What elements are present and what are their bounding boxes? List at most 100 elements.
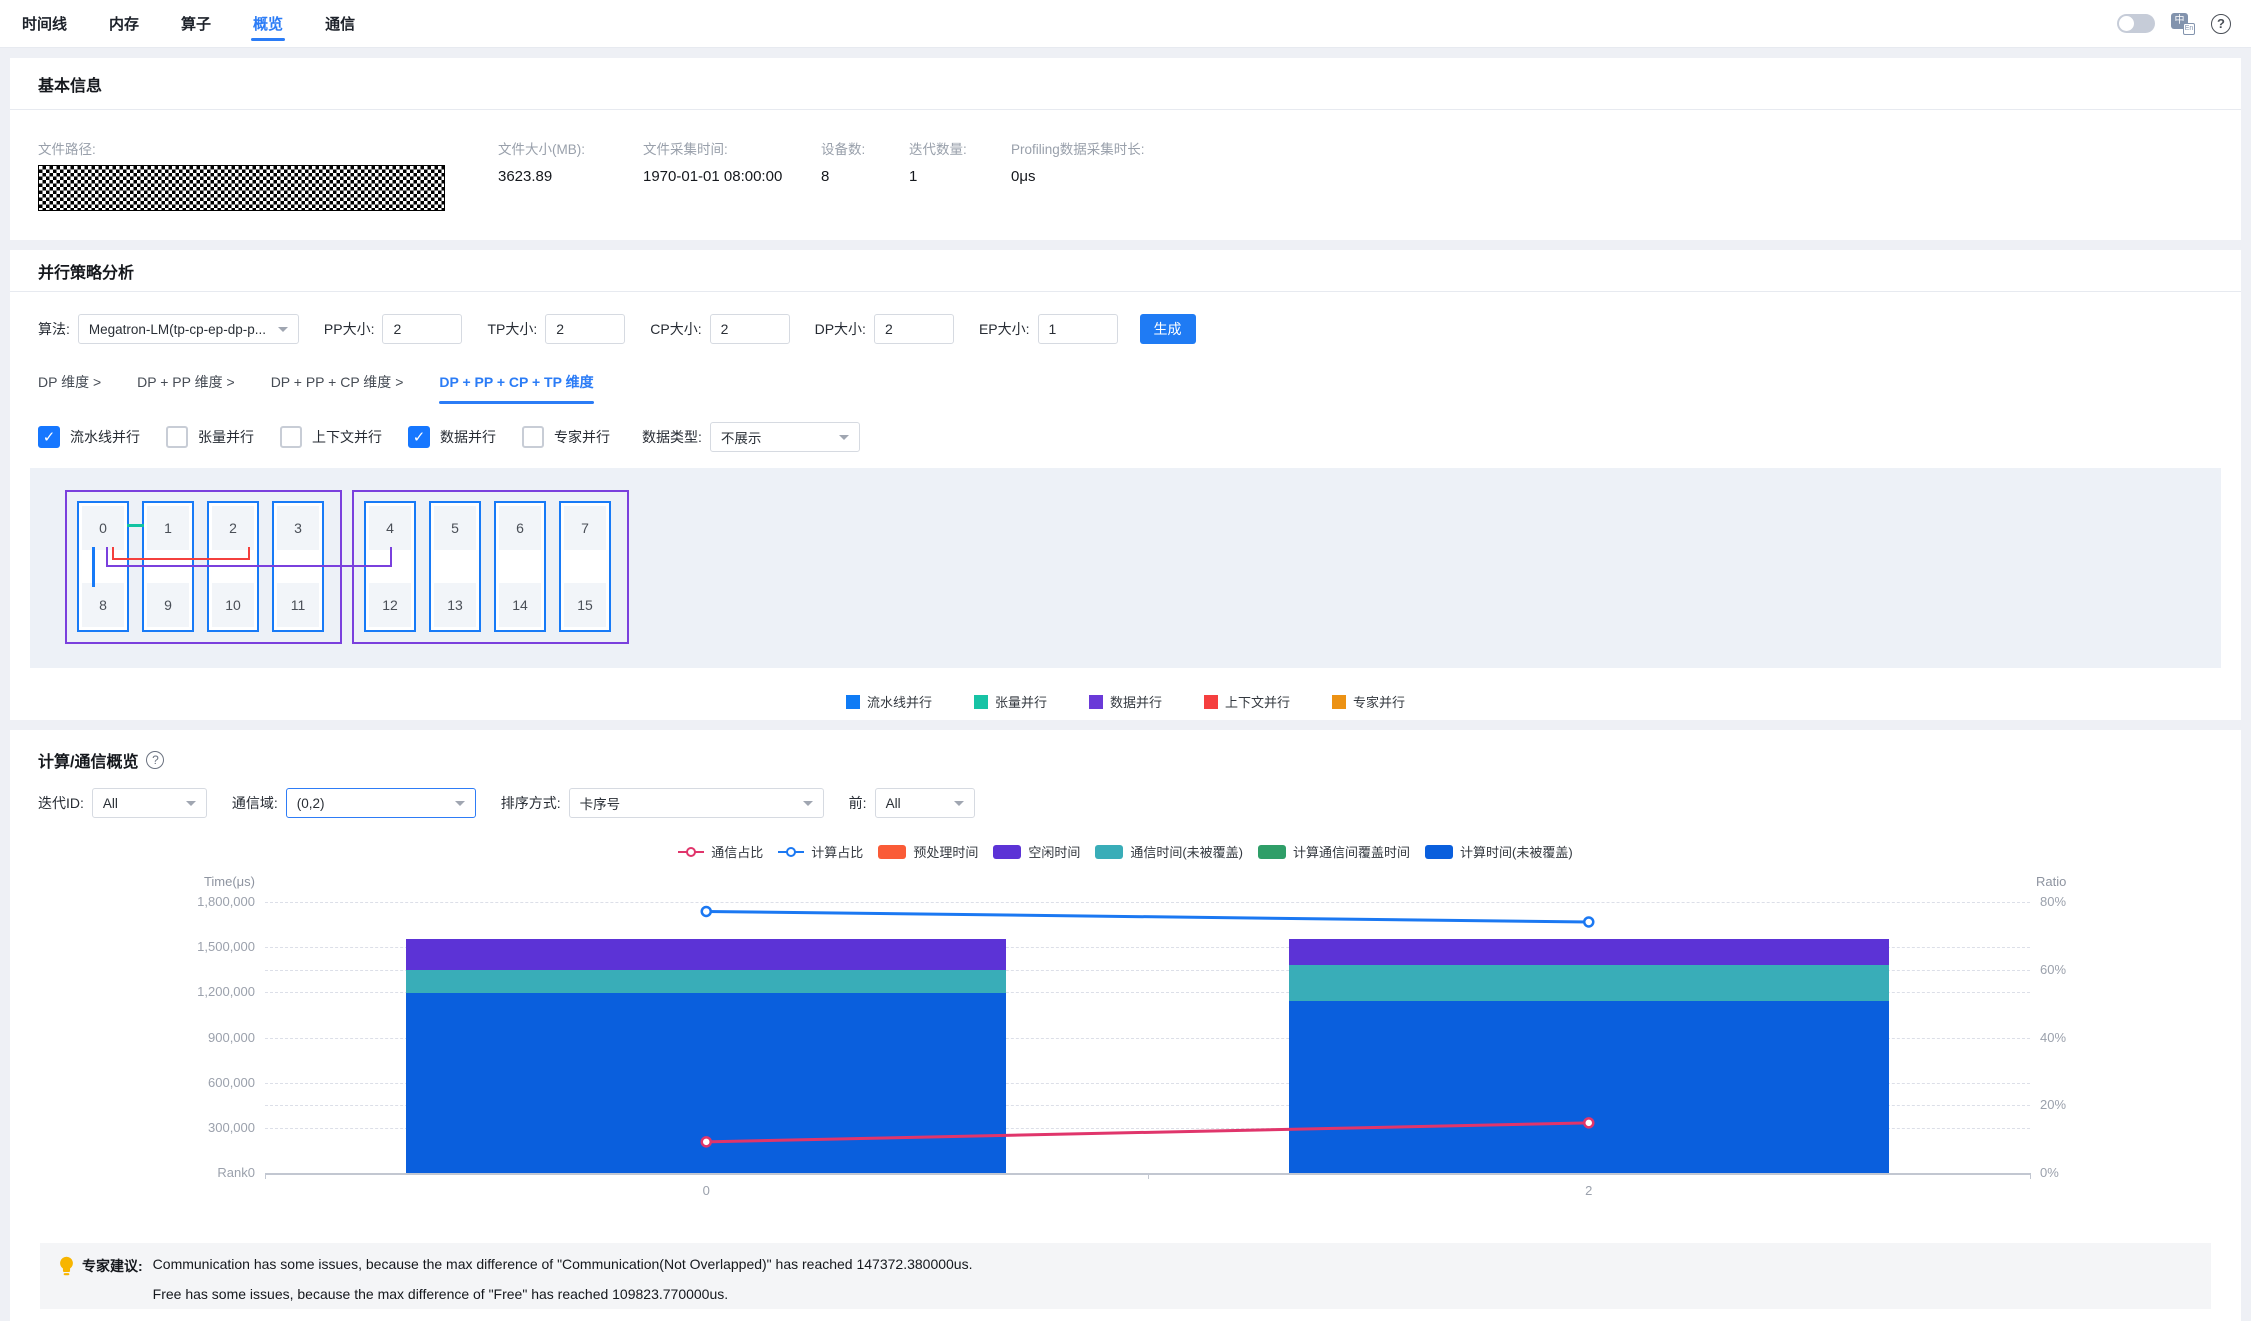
top-nav: 时间线内存算子概览通信 中 En ?	[0, 0, 2251, 48]
chart-legend-item-6[interactable]: 计算通信间覆盖时间	[1258, 842, 1410, 861]
data-type-select[interactable]: 不展示	[710, 422, 860, 452]
left-axis-tick: 1,800,000	[135, 894, 255, 909]
basic-info-fields: 文件路径:文件大小(MB):3623.89文件采集时间:1970-01-01 0…	[10, 110, 2241, 211]
overview-header: 计算/通信概览 ?	[38, 748, 164, 772]
nav-tab-2[interactable]: 内存	[109, 0, 139, 47]
dimension-tab-1[interactable]: DP 维度 >	[38, 372, 101, 404]
nav-tab-1[interactable]: 时间线	[22, 0, 67, 47]
right-axis-tick: 40%	[2040, 1030, 2066, 1045]
overview-title: 计算/通信概览	[38, 748, 138, 772]
chart-legend-item-1[interactable]: 通信占比	[678, 842, 763, 861]
size-fields: PP大小:TP大小:CP大小:DP大小:EP大小:	[299, 314, 1118, 344]
legend-swatch	[846, 695, 860, 709]
size-input-2[interactable]	[545, 314, 625, 344]
parallel-checkbox-1[interactable]: ✓流水线并行	[38, 426, 140, 448]
context-parallel-link	[112, 547, 250, 560]
nav-tab-4[interactable]: 概览	[253, 0, 283, 47]
parallel-group-1: 0819210311	[65, 490, 342, 644]
basic-info-header: 基本信息	[10, 58, 2241, 110]
chart-legend-item-5[interactable]: 通信时间(未被覆盖)	[1095, 842, 1243, 861]
legend-label: 流水线并行	[867, 692, 932, 711]
basic-field-5: 迭代数量:1	[909, 138, 1011, 211]
filter-select-4[interactable]: All	[875, 788, 975, 818]
data-type-label: 数据类型:	[642, 427, 702, 447]
basic-field-label: 设备数:	[821, 138, 909, 158]
device-cell-8: 8	[82, 583, 124, 627]
data-point-marker	[702, 907, 711, 916]
parallel-group-2: 412513614715	[352, 490, 629, 644]
algorithm-row: 算法: Megatron-LM(tp-cp-ep-dp-p... PP大小:TP…	[38, 314, 1196, 344]
basic-field-3: 文件采集时间:1970-01-01 08:00:00	[643, 138, 821, 211]
right-axis-title: Ratio	[2036, 874, 2066, 889]
legend-swatch	[1089, 695, 1103, 709]
algorithm-select[interactable]: Megatron-LM(tp-cp-ep-dp-p...	[78, 314, 299, 344]
filter-select-2[interactable]: (0,2)	[286, 788, 476, 818]
data-point-marker	[702, 1137, 711, 1146]
legend-swatch	[878, 845, 906, 859]
size-input-5[interactable]	[1038, 314, 1118, 344]
help-icon[interactable]: ?	[2211, 14, 2231, 34]
checkbox-label: 上下文并行	[312, 427, 382, 447]
device-cell-10: 10	[212, 583, 254, 627]
chevron-down-icon	[455, 801, 465, 806]
chart-legend-item-2[interactable]: 计算占比	[778, 842, 863, 861]
device-cell-11: 11	[277, 583, 319, 627]
language-switch-icon[interactable]: 中 En	[2171, 13, 2195, 35]
legend-label: 空闲时间	[1028, 842, 1080, 861]
parallel-legend-item-5: 专家并行	[1332, 692, 1405, 711]
device-cell-0: 0	[82, 506, 124, 550]
device-cell-7: 7	[564, 506, 606, 550]
checkbox-label: 张量并行	[198, 427, 254, 447]
device-cell-14: 14	[499, 583, 541, 627]
size-input-1[interactable]	[382, 314, 462, 344]
toggle-knob	[2119, 16, 2134, 31]
comm-ratio-line	[706, 1123, 1589, 1142]
device-box-7: 7 15	[559, 501, 611, 632]
dimension-tab-3[interactable]: DP + PP + CP 维度 >	[271, 372, 404, 404]
checkbox-unchecked-icon	[280, 426, 302, 448]
generate-button[interactable]: 生成	[1140, 314, 1196, 344]
dimension-tab-2[interactable]: DP + PP 维度 >	[137, 372, 235, 404]
expert-advice-line-1: Communication has some issues, because t…	[153, 1256, 973, 1272]
device-cell-15: 15	[564, 583, 606, 627]
chart-legend-item-4[interactable]: 空闲时间	[993, 842, 1080, 861]
checkbox-unchecked-icon	[166, 426, 188, 448]
parallel-checkbox-2[interactable]: 张量并行	[166, 426, 254, 448]
legend-swatch	[1095, 845, 1123, 859]
chart-legend-item-7[interactable]: 计算时间(未被覆盖)	[1425, 842, 1573, 861]
legend-label: 计算时间(未被覆盖)	[1460, 842, 1573, 861]
parallel-legend-item-4: 上下文并行	[1204, 692, 1290, 711]
legend-swatch	[1332, 695, 1346, 709]
dimension-tab-4[interactable]: DP + PP + CP + TP 维度	[439, 372, 593, 404]
device-cell-2: 2	[212, 506, 254, 550]
language-en-glyph: En	[2183, 23, 2195, 35]
basic-field-value: 3623.89	[498, 168, 643, 185]
compute-ratio-line	[706, 911, 1589, 922]
filter-select-value: 卡序号	[580, 793, 621, 813]
size-label-2: TP大小:	[487, 319, 537, 339]
expert-advice-lines: Communication has some issues, because t…	[153, 1254, 973, 1298]
right-axis-tick: 80%	[2040, 894, 2066, 909]
parallel-legend-item-1: 流水线并行	[846, 692, 932, 711]
device-topology-diagram: 0819210311412513614715	[30, 468, 2221, 668]
nav-tab-3[interactable]: 算子	[181, 0, 211, 47]
basic-field-2: 文件大小(MB):3623.89	[498, 138, 643, 211]
parallel-checkbox-4[interactable]: ✓数据并行	[408, 426, 496, 448]
chart-legend-item-3[interactable]: 预处理时间	[878, 842, 978, 861]
filter-select-1[interactable]: All	[92, 788, 207, 818]
parallel-checkbox-5[interactable]: 专家并行	[522, 426, 610, 448]
legend-line-marker	[778, 847, 804, 857]
size-input-3[interactable]	[710, 314, 790, 344]
nav-tab-5[interactable]: 通信	[325, 0, 355, 47]
filter-select-value: All	[103, 796, 118, 811]
parallel-checkbox-3[interactable]: 上下文并行	[280, 426, 382, 448]
basic-field-label: 迭代数量:	[909, 138, 1011, 158]
legend-label: 上下文并行	[1225, 692, 1290, 711]
checkbox-label: 流水线并行	[70, 427, 140, 447]
basic-field-1: 文件路径:	[38, 138, 498, 211]
size-input-4[interactable]	[874, 314, 954, 344]
overview-help-icon[interactable]: ?	[146, 751, 164, 769]
filter-label-2: 通信域:	[232, 793, 278, 813]
theme-toggle[interactable]	[2117, 14, 2155, 33]
filter-select-3[interactable]: 卡序号	[569, 788, 824, 818]
